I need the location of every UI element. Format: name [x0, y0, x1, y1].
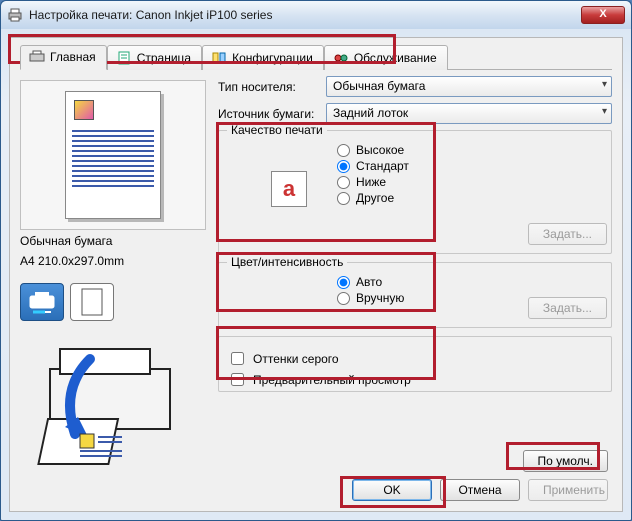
- page-preview: [20, 80, 206, 230]
- quality-sample-icon: a: [271, 171, 307, 207]
- quality-other-label: Другое: [356, 191, 394, 205]
- ok-button[interactable]: OK: [352, 479, 432, 501]
- apply-button: Применить: [528, 479, 608, 501]
- tab-page[interactable]: Страница: [107, 45, 202, 70]
- tab-main[interactable]: Главная: [20, 45, 107, 70]
- media-type-select[interactable]: Обычная бумага: [326, 76, 612, 97]
- preview-checkbox[interactable]: [231, 373, 244, 386]
- page-icon: [81, 288, 103, 316]
- paper-source-label: Источник бумаги:: [218, 107, 326, 121]
- options-group: Оттенки серого Предварительный просмотр: [218, 336, 612, 392]
- grayscale-checkbox[interactable]: [231, 352, 244, 365]
- printer-icon: [7, 7, 23, 23]
- dialog-window: Настройка печати: Canon Inkjet iP100 ser…: [0, 0, 632, 521]
- quality-high-radio[interactable]: [337, 144, 350, 157]
- printer-illustration: [20, 339, 200, 469]
- sample-image-icon: [74, 100, 94, 120]
- defaults-button[interactable]: По умолч.: [523, 450, 608, 472]
- service-icon: [333, 51, 349, 65]
- color-group: Цвет/интенсивность Авто Вручную Задать..…: [218, 262, 612, 328]
- tab-label: Обслуживание: [354, 51, 437, 65]
- page-preview-sheet: [65, 91, 161, 219]
- page-icon: [116, 51, 132, 65]
- tab-config[interactable]: Конфигурации: [202, 45, 324, 70]
- color-manual-radio[interactable]: [337, 292, 350, 305]
- titlebar: Настройка печати: Canon Inkjet iP100 ser…: [1, 1, 631, 29]
- settings-column: Тип носителя: Обычная бумага Источник бу…: [218, 76, 612, 476]
- preview-column: Обычная бумага A4 210.0x297.0mm: [20, 76, 210, 476]
- quality-other-radio[interactable]: [337, 192, 350, 205]
- preview-label: Предварительный просмотр: [253, 373, 411, 387]
- paper-source-row: Источник бумаги: Задний лоток: [218, 103, 612, 124]
- client-area: Главная Страница Конфигурации Обслуживан…: [9, 37, 623, 512]
- close-button[interactable]: X: [581, 6, 625, 24]
- view-mode-thumbs: [20, 283, 210, 321]
- quality-standard-label: Стандарт: [356, 159, 409, 173]
- printer-icon: [27, 290, 57, 314]
- quality-low-radio[interactable]: [337, 176, 350, 189]
- grayscale-label: Оттенки серого: [253, 352, 339, 366]
- preview-size-label: A4 210.0x297.0mm: [20, 254, 210, 270]
- media-type-label: Тип носителя:: [218, 80, 326, 94]
- dialog-buttons: OK Отмена Применить: [352, 479, 608, 501]
- color-auto-label: Авто: [356, 275, 382, 289]
- tab-service[interactable]: Обслуживание: [324, 45, 448, 70]
- tab-label: Конфигурации: [232, 51, 313, 65]
- tab-label: Страница: [137, 51, 191, 65]
- quality-standard-radio[interactable]: [337, 160, 350, 173]
- window-title: Настройка печати: Canon Inkjet iP100 ser…: [29, 8, 581, 22]
- quality-group-title: Качество печати: [227, 123, 327, 137]
- preview-media-label: Обычная бумага: [20, 234, 210, 250]
- tab-label: Главная: [50, 50, 96, 64]
- color-group-title: Цвет/интенсивность: [227, 255, 347, 269]
- view-mode-printer[interactable]: [20, 283, 64, 321]
- color-set-button: Задать...: [528, 297, 607, 319]
- quality-set-button: Задать...: [528, 223, 607, 245]
- paper-source-select[interactable]: Задний лоток: [326, 103, 612, 124]
- view-mode-page[interactable]: [70, 283, 114, 321]
- printer-icon: [29, 50, 45, 64]
- color-auto-radio[interactable]: [337, 276, 350, 289]
- quality-low-label: Ниже: [356, 175, 386, 189]
- color-manual-label: Вручную: [356, 291, 404, 305]
- cancel-button[interactable]: Отмена: [440, 479, 520, 501]
- quality-group: Качество печати a Высокое Стандарт Ниже …: [218, 130, 612, 254]
- quality-high-label: Высокое: [356, 143, 404, 157]
- config-icon: [211, 51, 227, 65]
- tab-bar: Главная Страница Конфигурации Обслуживан…: [20, 44, 612, 70]
- tab-panel-main: Обычная бумага A4 210.0x297.0mm: [20, 76, 612, 476]
- media-type-row: Тип носителя: Обычная бумага: [218, 76, 612, 97]
